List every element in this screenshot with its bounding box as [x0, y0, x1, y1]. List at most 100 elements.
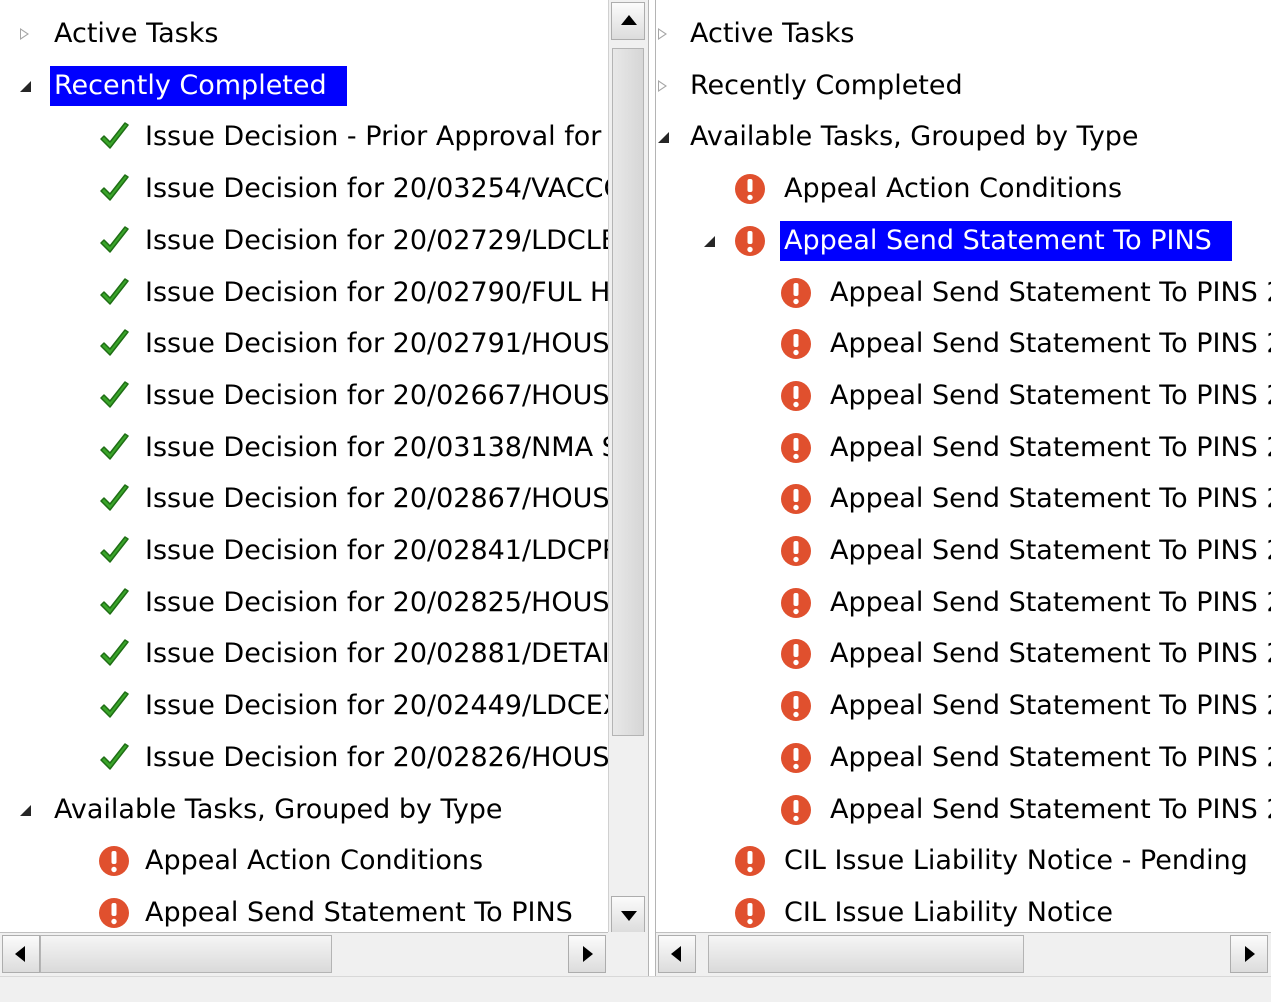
tree-node-label: Appeal Send Statement To PINS 20 — [830, 638, 1271, 670]
tree-node[interactable]: Appeal Send Statement To PINS 20 — [656, 473, 1271, 525]
tree-node-label: Recently Completed — [690, 69, 963, 101]
left-tree-view[interactable]: Active Tasks Recently Completed Issue Deci… — [0, 0, 608, 942]
alert-icon — [734, 173, 766, 205]
alert-icon — [734, 897, 766, 929]
tree-node[interactable]: Appeal Send Statement To PINS 20 — [656, 784, 1271, 836]
scroll-down-button[interactable] — [611, 896, 645, 934]
collapse-arrow-icon[interactable] — [20, 804, 31, 816]
tree-node-label: Issue Decision for 20/02729/LDCLBC — [145, 224, 608, 256]
scroll-corner — [608, 932, 648, 976]
tree-node[interactable]: Issue Decision for 20/02667/HOUSE 1 — [0, 370, 608, 422]
tree-node[interactable]: Appeal Send Statement To PINS 20 — [656, 525, 1271, 577]
alert-icon — [780, 483, 812, 515]
tree-node-label: Appeal Send Statement To PINS 20 — [830, 690, 1271, 722]
tree-node[interactable]: Available Tasks, Grouped by Type — [0, 784, 608, 836]
scroll-thumb[interactable] — [40, 935, 332, 973]
tree-node[interactable]: Appeal Send Statement To PINS 20 — [656, 628, 1271, 680]
tree-node-label: Issue Decision for 20/02790/FUL Hare — [145, 276, 608, 308]
tree-node-label: Appeal Send Statement To PINS 20 — [830, 793, 1271, 825]
tree-node-label: Issue Decision for 20/02667/HOUSE 1 — [145, 379, 608, 411]
tree-node[interactable]: Issue Decision - Prior Approval for 20 — [0, 111, 608, 163]
tree-node[interactable]: Recently Completed — [656, 60, 1271, 112]
tree-node-label: Active Tasks — [690, 18, 855, 49]
check-icon — [98, 587, 130, 619]
pane-splitter[interactable] — [648, 0, 656, 1001]
scroll-right-button[interactable] — [1230, 935, 1268, 973]
tree-node[interactable]: Appeal Action Conditions — [656, 163, 1271, 215]
tree-node[interactable]: Issue Decision for 20/03138/NMA Sur — [0, 422, 608, 474]
alert-icon — [98, 897, 130, 929]
expand-arrow-icon[interactable] — [658, 79, 667, 92]
tree-node-label: Appeal Send Statement To PINS — [780, 220, 1232, 261]
tree-node[interactable]: Issue Decision for 20/03254/VACCON — [0, 163, 608, 215]
tree-node[interactable]: Appeal Send Statement To PINS 20 — [656, 680, 1271, 732]
arrow-right-icon — [1245, 946, 1255, 962]
tree-node[interactable]: Issue Decision for 20/02790/FUL Hare — [0, 267, 608, 319]
tree-node-label: Appeal Send Statement To PINS 20 — [830, 586, 1271, 618]
tree-node[interactable]: Appeal Send Statement To PINS — [656, 215, 1271, 267]
right-tree-view[interactable]: Active Tasks Recently Completed Available … — [656, 0, 1271, 942]
scroll-right-button[interactable] — [568, 935, 606, 973]
tree-node[interactable]: Recently Completed — [0, 60, 608, 112]
right-horizontal-scrollbar[interactable] — [656, 932, 1271, 976]
tree-node[interactable]: Issue Decision for 20/02881/DETAIL H — [0, 628, 608, 680]
tree-node-label: Appeal Send Statement To PINS 20 — [830, 431, 1271, 463]
tree-node[interactable]: Active Tasks — [656, 8, 1271, 60]
tree-node[interactable]: Appeal Send Statement To PINS 20 — [656, 577, 1271, 629]
tree-node[interactable]: Issue Decision for 20/02841/LDCPR 1 — [0, 525, 608, 577]
collapse-arrow-icon[interactable] — [704, 235, 715, 247]
tree-node-label: Issue Decision - Prior Approval for 20 — [145, 121, 608, 153]
tree-node[interactable]: Active Tasks — [0, 8, 608, 60]
alert-icon — [734, 845, 766, 877]
arrow-left-icon — [671, 946, 681, 962]
tree-node-label: Available Tasks, Grouped by Type — [54, 793, 503, 825]
tree-node[interactable]: Issue Decision for 20/02825/HOUSE 1 — [0, 577, 608, 629]
check-icon — [98, 380, 130, 412]
tree-node-label: Issue Decision for 20/02791/HOUSE \ — [145, 328, 608, 360]
scroll-thumb[interactable] — [612, 48, 644, 736]
tree-node[interactable]: Appeal Send Statement To PINS 20 — [656, 267, 1271, 319]
tree-node-label: Appeal Send Statement To PINS 20 — [830, 379, 1271, 411]
check-icon — [98, 483, 130, 515]
expand-arrow-icon[interactable] — [658, 28, 667, 40]
tree-node[interactable]: Issue Decision for 20/02826/HOUSE F — [0, 732, 608, 784]
scroll-left-button[interactable] — [658, 935, 696, 973]
check-icon — [98, 121, 130, 153]
tree-node[interactable]: CIL Issue Liability Notice - Pending — [656, 835, 1271, 887]
tree-node[interactable]: Appeal Send Statement To PINS 20 — [656, 732, 1271, 784]
tree-node[interactable]: Issue Decision for 20/02867/HOUSE 1 — [0, 473, 608, 525]
tree-node[interactable]: Issue Decision for 20/02449/LDCEX L — [0, 680, 608, 732]
tree-node-label: Appeal Action Conditions — [145, 845, 484, 877]
alert-icon — [780, 328, 812, 360]
tree-node[interactable]: Appeal Action Conditions — [0, 835, 608, 887]
tree-node[interactable]: Available Tasks, Grouped by Type — [656, 111, 1271, 163]
alert-icon — [780, 638, 812, 670]
tree-node[interactable]: Issue Decision for 20/02729/LDCLBC — [0, 215, 608, 267]
collapse-arrow-icon[interactable] — [20, 80, 31, 92]
alert-icon — [780, 690, 812, 722]
scroll-left-button[interactable] — [2, 935, 40, 973]
arrow-down-icon — [621, 911, 637, 921]
scroll-up-button[interactable] — [611, 2, 645, 40]
left-horizontal-scrollbar[interactable] — [0, 932, 608, 976]
tree-node[interactable]: Appeal Send Statement To PINS 20 — [656, 318, 1271, 370]
tree-node-label: Appeal Send Statement To PINS — [145, 896, 573, 928]
scroll-thumb[interactable] — [708, 935, 1024, 973]
tree-node-label: Issue Decision for 20/02826/HOUSE F — [145, 741, 608, 773]
tree-node[interactable]: Appeal Send Statement To PINS 20 — [656, 370, 1271, 422]
arrow-left-icon — [15, 946, 25, 962]
tree-node[interactable]: Appeal Send Statement To PINS 20 — [656, 422, 1271, 474]
check-icon — [98, 638, 130, 670]
tree-node-label: Appeal Send Statement To PINS 20 — [830, 328, 1271, 360]
expand-arrow-icon[interactable] — [20, 28, 29, 40]
collapse-arrow-icon[interactable] — [658, 132, 669, 144]
status-bar — [0, 976, 1271, 1002]
arrow-right-icon — [583, 946, 593, 962]
alert-icon — [734, 225, 766, 257]
tree-node-label: CIL Issue Liability Notice — [784, 896, 1113, 928]
left-vertical-scrollbar[interactable] — [608, 0, 650, 942]
alert-icon — [780, 587, 812, 619]
tree-node[interactable]: Issue Decision for 20/02791/HOUSE \ — [0, 318, 608, 370]
check-icon — [98, 742, 130, 774]
tree-node-label: Issue Decision for 20/02841/LDCPR 1 — [145, 535, 608, 566]
